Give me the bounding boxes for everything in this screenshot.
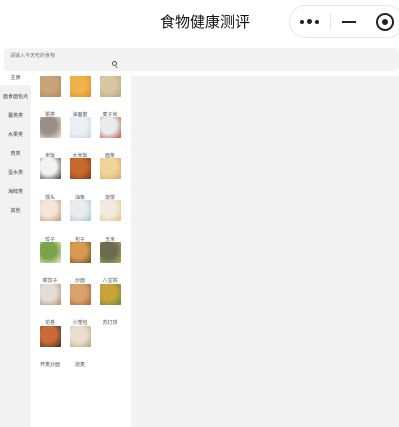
food-image[interactable] <box>40 76 61 97</box>
food-image[interactable] <box>100 76 121 97</box>
search-bar <box>0 44 399 76</box>
sidebar-item-staple[interactable]: 主食 <box>0 71 31 85</box>
sidebar-item-meat[interactable]: 肉类 <box>0 147 31 161</box>
food-name: 炒面 <box>74 278 85 284</box>
food-name: 苏打饼 <box>102 320 118 326</box>
food-image[interactable] <box>40 158 61 179</box>
food-name: 花卷 <box>44 320 55 326</box>
minimize-icon[interactable] <box>342 21 356 23</box>
food-name: 菜饺子 <box>42 278 58 284</box>
sidebar-item-eggs[interactable]: 蛋水类 <box>0 166 31 180</box>
food-name: 烧麦 <box>74 362 85 368</box>
sidebar-item-other[interactable]: 其他 <box>0 204 31 218</box>
food-image[interactable] <box>100 284 121 305</box>
sidebar-item-seafood[interactable]: 海鲜类 <box>0 185 31 199</box>
food-image[interactable] <box>100 158 121 179</box>
food-image[interactable] <box>100 117 121 138</box>
food-name: 荞麦炒面 <box>39 362 60 368</box>
sidebar-item-tubers[interactable]: 薯类类 <box>0 109 31 123</box>
close-circle-icon[interactable] <box>376 13 394 31</box>
capsule-divider <box>330 14 331 30</box>
food-image[interactable] <box>100 200 121 221</box>
food-image[interactable] <box>70 242 91 263</box>
food-image[interactable] <box>70 326 91 347</box>
food-image[interactable] <box>40 242 61 263</box>
food-image[interactable] <box>70 117 91 138</box>
sidebar-item-noodles-bread[interactable]: 面食面包点 <box>0 90 31 104</box>
food-image[interactable] <box>40 326 61 347</box>
detail-panel <box>131 76 399 427</box>
food-name: 小笼包 <box>72 320 88 326</box>
more-icon[interactable] <box>290 6 330 37</box>
food-image[interactable] <box>40 200 61 221</box>
search-box[interactable] <box>4 48 399 71</box>
food-grid: 粥类 油面筋 麦子米 米饭 大米饭 面条 馒头 油条 烧饼 饺子 包子 玉米 菜… <box>31 76 131 427</box>
nav-bar: 食物健康测评 <box>0 0 399 44</box>
search-input[interactable] <box>10 51 105 61</box>
food-image[interactable] <box>70 284 91 305</box>
food-name: 八宝粥 <box>102 278 118 284</box>
search-icon[interactable] <box>112 61 117 66</box>
food-image[interactable] <box>70 158 91 179</box>
food-image[interactable] <box>40 284 61 305</box>
mini-program-capsule <box>289 5 399 38</box>
sidebar-item-fruits[interactable]: 水果类 <box>0 128 31 142</box>
category-sidebar: 主食 面食面包点 薯类类 水果类 肉类 蛋水类 海鲜类 其他 <box>0 71 31 427</box>
food-image[interactable] <box>70 200 91 221</box>
food-image[interactable] <box>70 76 91 97</box>
food-image[interactable] <box>100 242 121 263</box>
food-image[interactable] <box>40 117 61 138</box>
